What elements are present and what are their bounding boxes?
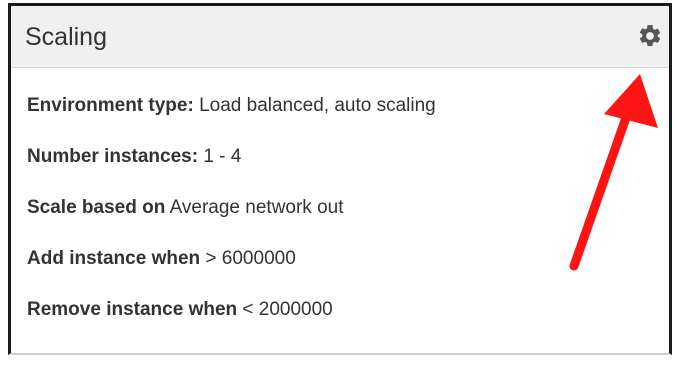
panel-title: Scaling [25,23,107,51]
environment-type-value: Load balanced, auto scaling [199,95,436,116]
remove-instance-label: Remove instance when [27,299,238,320]
gear-icon[interactable] [637,23,663,49]
scale-based-on-value: Average network out [169,197,344,218]
gear-icon-graphic [639,25,661,46]
row-number-instances: Number instances: 1 - 4 [27,145,436,169]
number-instances-value: 1 - 4 [203,146,242,167]
row-add-instance: Add instance when > 6000000 [27,247,436,271]
row-environment-type: Environment type: Load balanced, auto sc… [27,94,436,118]
remove-instance-value: < 2000000 [242,299,333,320]
scale-based-on-label: Scale based on [27,197,166,218]
scaling-panel: Scaling Environment type: Load balanced,… [8,3,672,355]
row-scale-based-on: Scale based on Average network out [27,196,436,220]
scaling-details: Environment type: Load balanced, auto sc… [27,94,436,349]
add-instance-label: Add instance when [27,248,201,269]
panel-header: Scaling [11,6,669,68]
add-instance-value: > 6000000 [205,248,296,269]
environment-type-label: Environment type: [27,95,194,116]
number-instances-label: Number instances: [27,146,199,167]
row-remove-instance: Remove instance when < 2000000 [27,298,436,322]
